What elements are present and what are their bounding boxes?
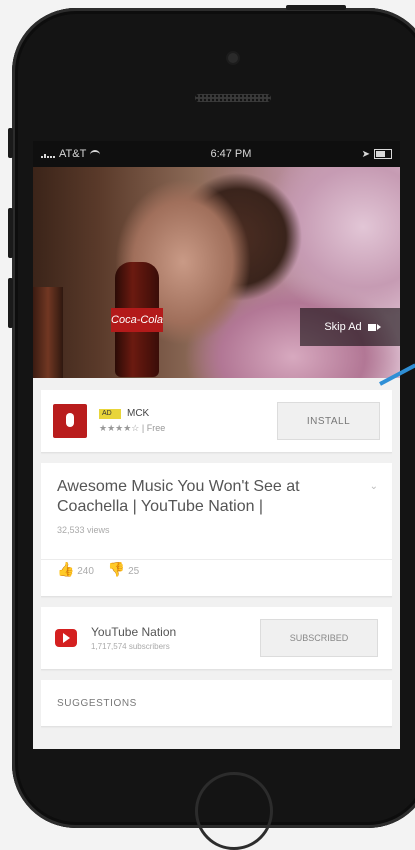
chevron-down-icon[interactable]: ⌄ xyxy=(370,481,378,492)
phone-screen: AT&T 6:47 PM ➤ Coca-Cola Skip Ad AD MCK … xyxy=(33,141,400,749)
bottle-label: Coca-Cola xyxy=(111,308,163,332)
like-button[interactable]: 👍 240 xyxy=(57,561,94,578)
subscribed-button[interactable]: SUBSCRIBED xyxy=(260,619,378,657)
ad-app-name: MCK xyxy=(127,408,150,419)
subscriber-count: 1,717,574 subscribers xyxy=(91,642,170,651)
skip-ad-label: Skip Ad xyxy=(324,321,362,333)
suggestions-header: SUGGESTIONS xyxy=(41,680,392,727)
view-count: 32,533 views xyxy=(57,525,110,535)
channel-card[interactable]: YouTube Nation 1,717,574 subscribers SUB… xyxy=(41,607,392,670)
status-bar: AT&T 6:47 PM ➤ xyxy=(33,141,400,167)
dislike-button[interactable]: 👎 25 xyxy=(108,561,139,578)
wifi-icon xyxy=(90,149,101,159)
front-camera xyxy=(228,53,238,63)
video-title: Awesome Music You Won't See at Coachella… xyxy=(57,478,300,515)
glass-image xyxy=(33,287,63,378)
divider xyxy=(41,559,392,560)
skip-next-icon xyxy=(367,323,381,331)
ad-card[interactable]: AD MCK ★★★★☆ | Free INSTALL xyxy=(41,390,392,453)
status-time: 6:47 PM xyxy=(210,148,252,160)
video-info-card: Awesome Music You Won't See at Coachella… xyxy=(41,463,392,597)
like-count: 240 xyxy=(77,566,94,577)
thumbs-down-icon: 👎 xyxy=(107,561,126,577)
dislike-count: 25 xyxy=(128,566,140,577)
youtube-channel-icon xyxy=(55,629,77,647)
volume-down-button xyxy=(8,278,13,328)
video-player[interactable]: Coca-Cola Skip Ad xyxy=(33,167,400,378)
volume-up-button xyxy=(8,208,13,258)
ad-rating: ★★★★☆ xyxy=(99,423,140,433)
mute-switch xyxy=(8,128,13,158)
skip-ad-button[interactable]: Skip Ad xyxy=(300,308,400,346)
signal-icon xyxy=(41,150,55,158)
battery-icon xyxy=(374,149,392,159)
thumbs-up-icon: 👍 xyxy=(57,561,75,577)
carrier-label: AT&T xyxy=(59,148,87,160)
install-button[interactable]: INSTALL xyxy=(277,402,380,440)
location-icon: ➤ xyxy=(361,148,370,160)
earpiece-speaker xyxy=(195,94,271,102)
app-icon xyxy=(53,404,87,438)
bottle-image: Coca-Cola xyxy=(111,262,163,377)
ad-badge: AD xyxy=(99,408,121,419)
power-button xyxy=(286,5,346,10)
channel-name: YouTube Nation xyxy=(91,625,177,639)
ad-price: Free xyxy=(146,423,166,433)
home-button[interactable] xyxy=(195,772,273,850)
